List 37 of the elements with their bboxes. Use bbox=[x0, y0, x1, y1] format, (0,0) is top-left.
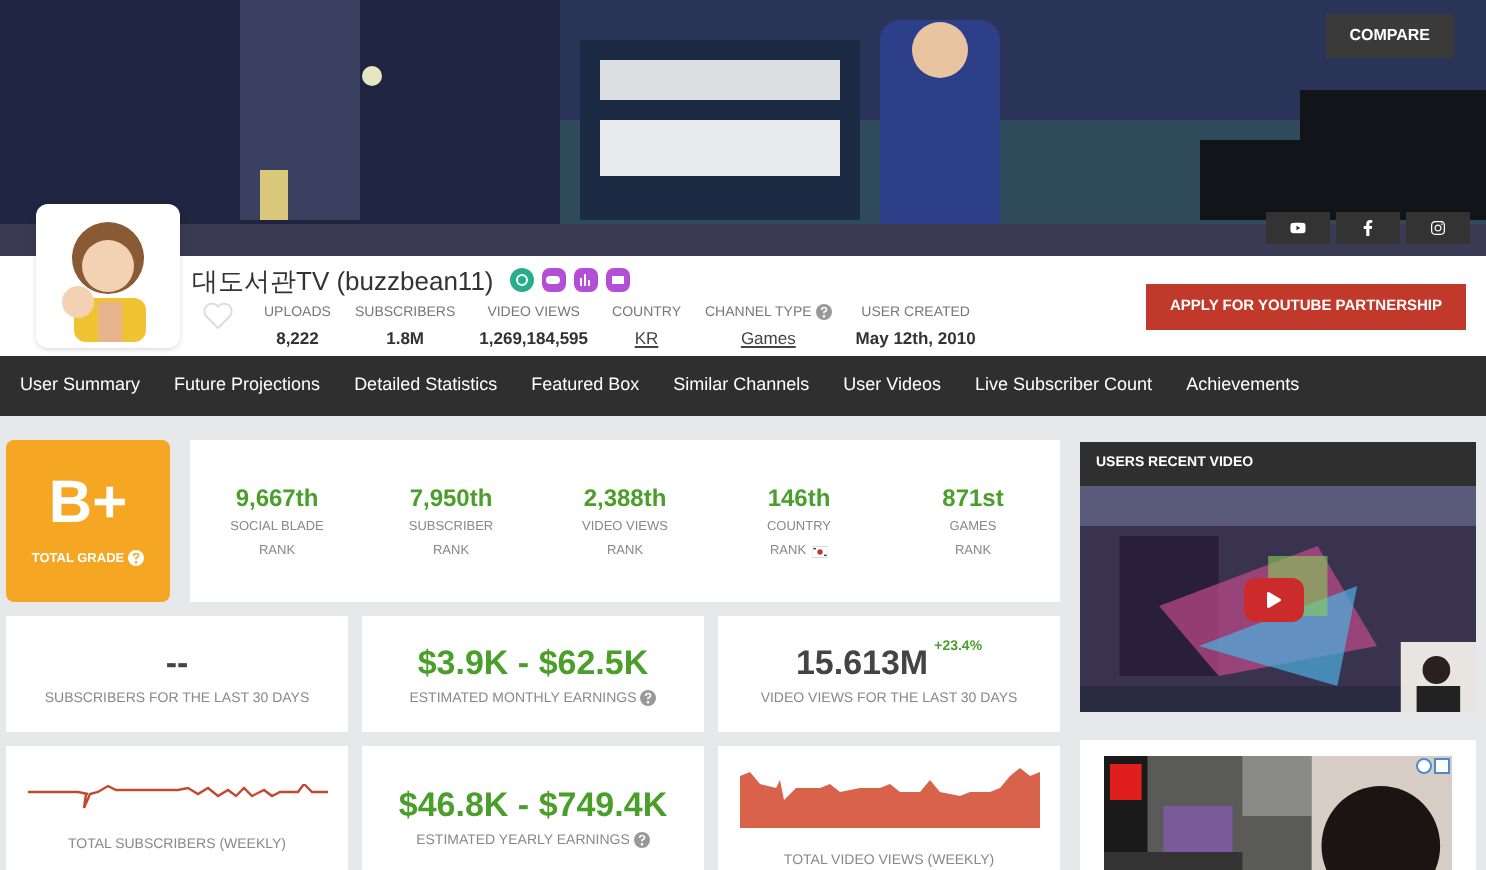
help-icon bbox=[128, 549, 145, 566]
stat-value: $3.9K - $62.5K bbox=[417, 641, 649, 685]
stat-value: 1.8M bbox=[386, 325, 425, 351]
help-icon bbox=[640, 690, 657, 706]
stat-value: 1,269,184,595 bbox=[479, 325, 589, 351]
nav-link[interactable]: Featured Box bbox=[531, 372, 640, 400]
play-button[interactable] bbox=[1244, 578, 1304, 622]
clock-icon[interactable] bbox=[509, 268, 534, 293]
stat-value: -- bbox=[165, 641, 189, 685]
nav-link[interactable]: Detailed Statistics bbox=[354, 372, 498, 400]
close-icon[interactable] bbox=[1434, 758, 1450, 774]
rank-value: 146th bbox=[767, 482, 831, 517]
stat-value: 8,222 bbox=[276, 325, 319, 351]
rank-value: 7,950th bbox=[409, 482, 493, 517]
stat-value: May 12th, 2010 bbox=[855, 325, 976, 351]
nav-link[interactable]: Achievements bbox=[1186, 372, 1300, 400]
play-icon bbox=[1266, 592, 1282, 608]
bar-chart-icon[interactable] bbox=[573, 268, 598, 293]
nav-link[interactable]: User Summary bbox=[20, 372, 141, 400]
cloud-icon[interactable] bbox=[541, 268, 566, 293]
nav-link[interactable]: User Videos bbox=[843, 372, 942, 400]
nav-link[interactable]: Similar Channels bbox=[673, 372, 810, 400]
help-icon bbox=[633, 832, 650, 848]
stat-link[interactable]: Games bbox=[740, 325, 796, 351]
stat-value: 15.613M bbox=[795, 641, 929, 685]
stat-link[interactable]: KR bbox=[634, 325, 659, 351]
help-icon bbox=[815, 304, 832, 321]
rank-value: 871st bbox=[942, 482, 1004, 517]
video-icon[interactable] bbox=[605, 268, 630, 293]
nav-link[interactable]: Future Projections bbox=[174, 372, 321, 400]
channel-name: 대도서관TV (buzzbean11) bbox=[192, 263, 494, 300]
nav-link[interactable]: Live Subscriber Count bbox=[975, 372, 1153, 400]
stat-value: $46.8K - $749.4K bbox=[398, 783, 668, 827]
rank-value: 2,388th bbox=[583, 482, 667, 517]
rank-value: 9,667th bbox=[235, 482, 319, 517]
grade-value: B+ bbox=[48, 473, 128, 534]
flag-icon bbox=[812, 545, 829, 558]
